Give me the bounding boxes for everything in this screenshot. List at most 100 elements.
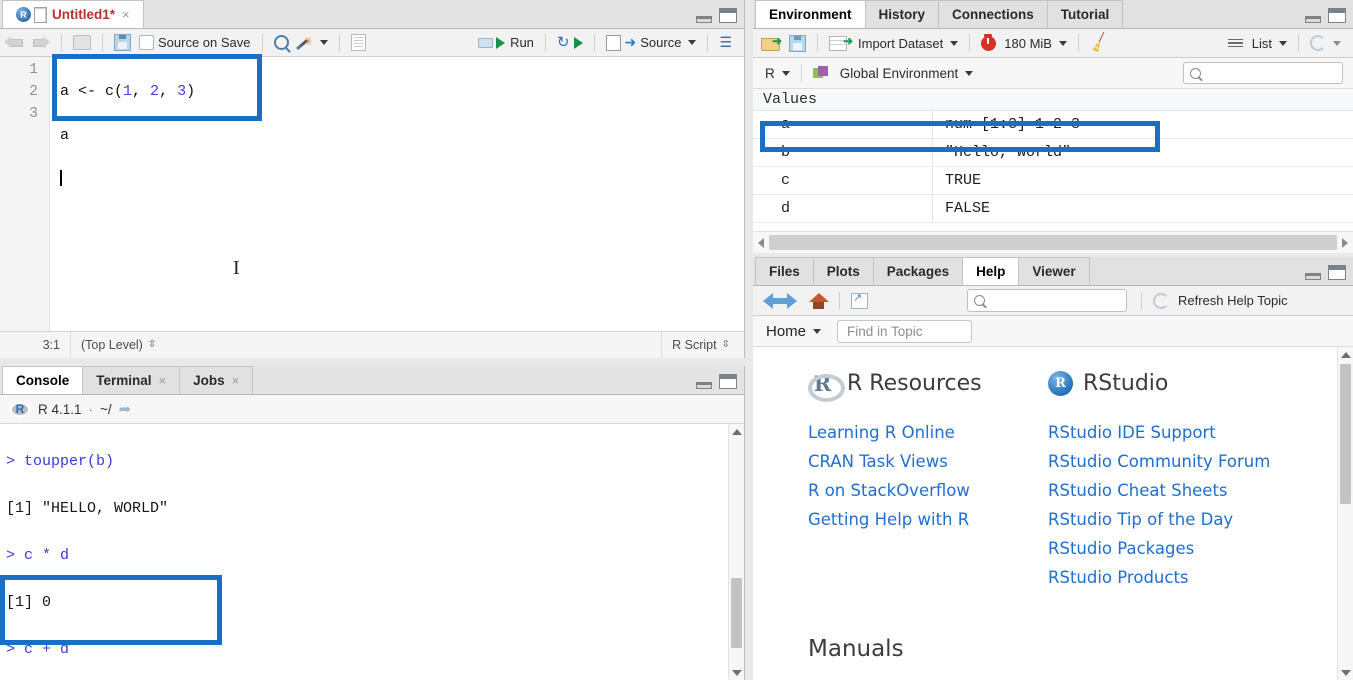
scope-label: (Top Level)	[81, 338, 143, 352]
scrollbar-thumb[interactable]	[769, 235, 1337, 250]
tab-close-icon[interactable]: ×	[232, 373, 240, 388]
memory-usage-button[interactable]: 180 MiB	[977, 29, 1071, 57]
save-workspace-button[interactable]	[785, 29, 810, 57]
cursor-position: 3:1	[42, 338, 60, 352]
find-in-topic-input[interactable]: Find in Topic	[837, 319, 973, 343]
scroll-up-button[interactable]	[1338, 347, 1353, 362]
load-workspace-button[interactable]	[753, 29, 785, 57]
help-link-rstudio-tip-of-the-day[interactable]: RStudio Tip of the Day	[1048, 505, 1288, 534]
console-scrollbar[interactable]	[728, 424, 744, 680]
source-code-tools-button[interactable]	[293, 29, 332, 56]
scrollbar-thumb[interactable]	[731, 578, 742, 648]
view-mode-label: List	[1251, 35, 1272, 51]
source-on-save-checkbox[interactable]: Source on Save	[135, 29, 255, 56]
working-directory-label[interactable]: ~/	[100, 402, 112, 417]
tab-terminal[interactable]: Terminal ×	[82, 366, 181, 394]
source-minimize-icon[interactable]	[696, 16, 712, 23]
source-rerun-button[interactable]: ↻	[553, 29, 587, 56]
scroll-down-button[interactable]	[729, 665, 744, 680]
editor-code-area[interactable]: a <- c(1, 2, 3) a	[51, 57, 744, 331]
variable-value: TRUE	[945, 172, 982, 189]
import-dataset-button[interactable]: Import Dataset	[825, 29, 962, 57]
open-folder-icon	[73, 35, 91, 50]
view-mode-button[interactable]: List	[1224, 29, 1291, 57]
environment-search-input[interactable]	[1183, 62, 1343, 84]
tab-history[interactable]: History	[864, 0, 940, 28]
table-row[interactable]: c TRUE	[753, 167, 1353, 195]
global-environment-selector[interactable]: Global Environment	[809, 58, 978, 88]
tab-tutorial[interactable]: Tutorial	[1046, 0, 1124, 28]
help-scrollbar[interactable]	[1337, 347, 1353, 680]
environment-minimize-icon[interactable]	[1305, 16, 1321, 23]
source-compile-report-button[interactable]	[347, 29, 370, 56]
help-maximize-icon[interactable]	[1328, 265, 1346, 280]
code-tools-icon	[297, 35, 312, 51]
table-row[interactable]: b "Hello, world"	[753, 139, 1353, 167]
table-row[interactable]: a num [1:3] 1 2 3	[753, 111, 1353, 139]
help-link-r-on-stackoverflow[interactable]: R on StackOverflow	[808, 476, 1048, 505]
console-maximize-icon[interactable]	[719, 374, 737, 389]
scroll-down-button[interactable]	[1338, 665, 1353, 680]
scroll-up-button[interactable]	[729, 424, 744, 439]
help-back-button[interactable]	[753, 286, 780, 315]
help-link-rstudio-cheat-sheets[interactable]: RStudio Cheat Sheets	[1048, 476, 1288, 505]
chevron-down-icon	[950, 40, 959, 46]
help-link-learning-r-online[interactable]: Learning R Online	[808, 418, 1048, 447]
console-output[interactable]: > toupper(b) [1] "HELLO, WORLD" > c * d …	[0, 424, 728, 680]
tab-viewer[interactable]: Viewer	[1018, 257, 1090, 285]
environment-maximize-icon[interactable]	[1328, 8, 1346, 23]
source-back-button[interactable]	[0, 29, 27, 56]
save-icon	[789, 34, 806, 52]
help-minimize-icon[interactable]	[1305, 273, 1321, 280]
popout-icon[interactable]: ➦	[119, 400, 132, 418]
tab-packages[interactable]: Packages	[872, 257, 964, 285]
tab-connections[interactable]: Connections	[938, 0, 1048, 28]
tab-plots[interactable]: Plots	[812, 257, 874, 285]
source-save-button[interactable]	[110, 29, 135, 56]
tab-files[interactable]: Files	[755, 257, 814, 285]
refresh-help-label: Refresh Help Topic	[1178, 293, 1288, 308]
refresh-help-topic-button[interactable]: Refresh Help Topic	[1149, 286, 1292, 315]
help-link-rstudio-community-forum[interactable]: RStudio Community Forum	[1048, 447, 1288, 476]
source-maximize-icon[interactable]	[719, 8, 737, 23]
help-link-rstudio-ide-support[interactable]: RStudio IDE Support	[1048, 418, 1288, 447]
source-tab-close-icon[interactable]: ×	[122, 7, 130, 22]
console-line: [1] "HELLO, WORLD"	[6, 500, 169, 518]
scrollbar-thumb[interactable]	[1340, 364, 1351, 504]
help-link-cran-task-views[interactable]: CRAN Task Views	[808, 447, 1048, 476]
scope-selector[interactable]: (Top Level) ⇳	[71, 332, 166, 358]
source-open-button[interactable]	[69, 29, 95, 56]
help-popout-button[interactable]	[847, 286, 872, 315]
chevron-down-icon	[1279, 40, 1287, 46]
help-home-button[interactable]	[801, 286, 832, 315]
environment-horizontal-scrollbar[interactable]	[753, 231, 1353, 253]
source-forward-button[interactable]	[27, 29, 54, 56]
run-button[interactable]: Run	[474, 29, 538, 56]
console-minimize-icon[interactable]	[696, 382, 712, 389]
tab-help[interactable]: Help	[962, 257, 1020, 285]
language-selector[interactable]: R	[761, 58, 794, 88]
help-link-rstudio-packages[interactable]: RStudio Packages	[1048, 534, 1288, 563]
source-source-button[interactable]: ➜ Source	[602, 29, 701, 56]
help-link-rstudio-products[interactable]: RStudio Products	[1048, 563, 1288, 592]
help-search-input[interactable]	[967, 289, 1127, 312]
editor-body[interactable]: 1 2 3 a <- c(1, 2, 3) a I	[0, 57, 744, 331]
file-type-selector[interactable]: R Script ⇳	[662, 332, 744, 358]
refresh-environment-button[interactable]	[1306, 29, 1353, 57]
tab-console[interactable]: Console	[2, 366, 84, 394]
help-forward-button[interactable]	[777, 286, 801, 315]
clear-environment-button[interactable]: 🧹	[1086, 29, 1113, 57]
source-find-button[interactable]	[270, 29, 293, 56]
scroll-right-button[interactable]	[1337, 237, 1353, 248]
help-link-getting-help-with-r[interactable]: Getting Help with R	[808, 505, 1048, 534]
scroll-left-button[interactable]	[753, 237, 769, 248]
breadcrumb[interactable]: Home	[762, 316, 825, 346]
refresh-icon	[1310, 35, 1326, 51]
tab-environment[interactable]: Environment	[755, 0, 866, 28]
info-separator: ·	[88, 401, 94, 417]
source-outline-button[interactable]: ☰	[715, 29, 744, 56]
table-row[interactable]: d FALSE	[753, 195, 1353, 223]
tab-close-icon[interactable]: ×	[159, 373, 167, 388]
source-tab-untitled1[interactable]: R Untitled1* ×	[2, 0, 144, 28]
tab-jobs[interactable]: Jobs ×	[179, 366, 254, 394]
